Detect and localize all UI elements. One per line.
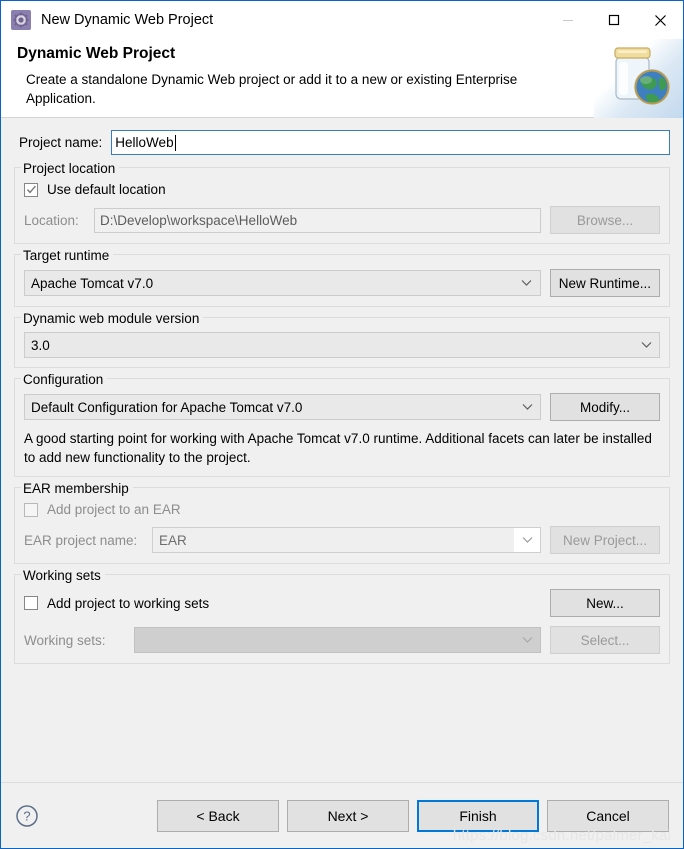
add-project-to-working-sets-label: Add project to working sets	[47, 595, 210, 611]
module-version-value: 3.0	[31, 337, 50, 353]
browse-button: Browse...	[550, 206, 660, 234]
window-title: New Dynamic Web Project	[41, 12, 214, 28]
add-project-to-ear-checkbox	[24, 502, 38, 517]
next-button[interactable]: Next >	[287, 799, 409, 832]
ear-membership-group: EAR membership Add project to an EAR EAR…	[14, 481, 670, 564]
project-name-label: Project name:	[19, 135, 103, 150]
footer-buttons: < Back Next > Finish Cancel	[149, 799, 669, 832]
modify-button[interactable]: Modify...	[550, 393, 660, 421]
new-dynamic-web-project-dialog: New Dynamic Web Project Dynamic Web Proj…	[0, 0, 684, 849]
title-bar: New Dynamic Web Project	[1, 1, 683, 39]
working-sets-row: Working sets: Select...	[24, 626, 660, 654]
svg-text:?: ?	[23, 808, 30, 823]
location-input: D:\Develop\workspace\HelloWeb	[94, 207, 541, 233]
chevron-down-icon	[633, 333, 659, 357]
add-project-to-working-sets-checkbox[interactable]	[24, 596, 38, 610]
add-to-working-sets-row: Add project to working sets New...	[24, 589, 660, 617]
chevron-down-icon	[514, 528, 540, 552]
new-runtime-button[interactable]: New Runtime...	[549, 269, 660, 297]
ear-project-name-label: EAR project name:	[24, 532, 138, 548]
cancel-button[interactable]: Cancel	[547, 799, 669, 832]
gear-icon	[11, 10, 31, 30]
maximize-button[interactable]	[591, 1, 637, 39]
question-mark-icon[interactable]: ?	[15, 804, 39, 828]
working-sets-legend: Working sets	[21, 568, 105, 583]
use-default-location-checkbox[interactable]	[24, 182, 38, 197]
ear-membership-legend: EAR membership	[21, 481, 133, 496]
target-runtime-legend: Target runtime	[21, 248, 114, 263]
target-runtime-group: Target runtime Apache Tomcat v7.0 New Ru…	[14, 248, 670, 307]
select-working-sets-button: Select...	[550, 626, 660, 654]
module-version-legend: Dynamic web module version	[21, 311, 204, 326]
project-name-row: Project name: HelloWeb	[14, 130, 670, 155]
working-sets-combo	[134, 627, 541, 653]
project-name-input[interactable]: HelloWeb	[111, 130, 670, 155]
text-caret	[174, 134, 176, 151]
module-version-group: Dynamic web module version 3.0	[14, 311, 670, 368]
jar-with-globe-icon	[594, 39, 683, 118]
add-project-to-ear-label: Add project to an EAR	[47, 502, 181, 517]
minimize-button[interactable]	[545, 1, 591, 39]
close-button[interactable]	[637, 1, 683, 39]
target-runtime-row: Apache Tomcat v7.0 New Runtime...	[24, 269, 660, 297]
ear-project-name-row: EAR project name: EAR New Project...	[24, 526, 660, 554]
dialog-header: Dynamic Web Project Create a standalone …	[1, 39, 683, 118]
module-version-combo[interactable]: 3.0	[24, 332, 660, 358]
module-version-row: 3.0	[24, 332, 660, 358]
new-ear-project-button: New Project...	[550, 526, 660, 554]
back-button[interactable]: < Back	[157, 799, 279, 832]
new-working-set-button[interactable]: New...	[550, 589, 660, 617]
page-title: Dynamic Web Project	[17, 45, 176, 62]
configuration-value: Default Configuration for Apache Tomcat …	[31, 399, 303, 415]
window-controls	[545, 1, 683, 39]
working-sets-group: Working sets Add project to working sets…	[14, 568, 670, 664]
target-runtime-combo[interactable]: Apache Tomcat v7.0	[24, 270, 541, 296]
project-location-legend: Project location	[21, 161, 120, 176]
configuration-row: Default Configuration for Apache Tomcat …	[24, 393, 660, 421]
dialog-footer: ? < Back Next > Finish Cancel https://bl…	[1, 782, 683, 848]
ear-project-name-value: EAR	[159, 532, 187, 548]
project-name-value: HelloWeb	[115, 135, 174, 150]
configuration-description: A good starting point for working with A…	[24, 431, 652, 465]
ear-project-name-combo: EAR	[152, 527, 541, 553]
use-default-location-row: Use default location	[24, 182, 660, 197]
target-runtime-value: Apache Tomcat v7.0	[31, 275, 154, 291]
configuration-legend: Configuration	[21, 372, 108, 387]
chevron-down-icon	[514, 395, 540, 419]
dialog-body: Project name: HelloWeb Project location …	[1, 118, 683, 782]
project-location-group: Project location Use default location Lo…	[14, 161, 670, 244]
location-label: Location:	[24, 212, 79, 228]
page-description: Create a standalone Dynamic Web project …	[26, 72, 518, 106]
configuration-combo[interactable]: Default Configuration for Apache Tomcat …	[24, 394, 541, 420]
working-sets-label: Working sets:	[24, 632, 106, 648]
finish-button[interactable]: Finish	[417, 799, 539, 832]
add-to-ear-row: Add project to an EAR	[24, 502, 660, 517]
location-row: Location: D:\Develop\workspace\HelloWeb …	[24, 206, 660, 234]
chevron-down-icon	[514, 271, 540, 295]
configuration-group: Configuration Default Configuration for …	[14, 372, 670, 477]
use-default-location-label: Use default location	[47, 182, 166, 197]
location-value: D:\Develop\workspace\HelloWeb	[100, 212, 298, 228]
chevron-down-icon	[514, 628, 540, 652]
